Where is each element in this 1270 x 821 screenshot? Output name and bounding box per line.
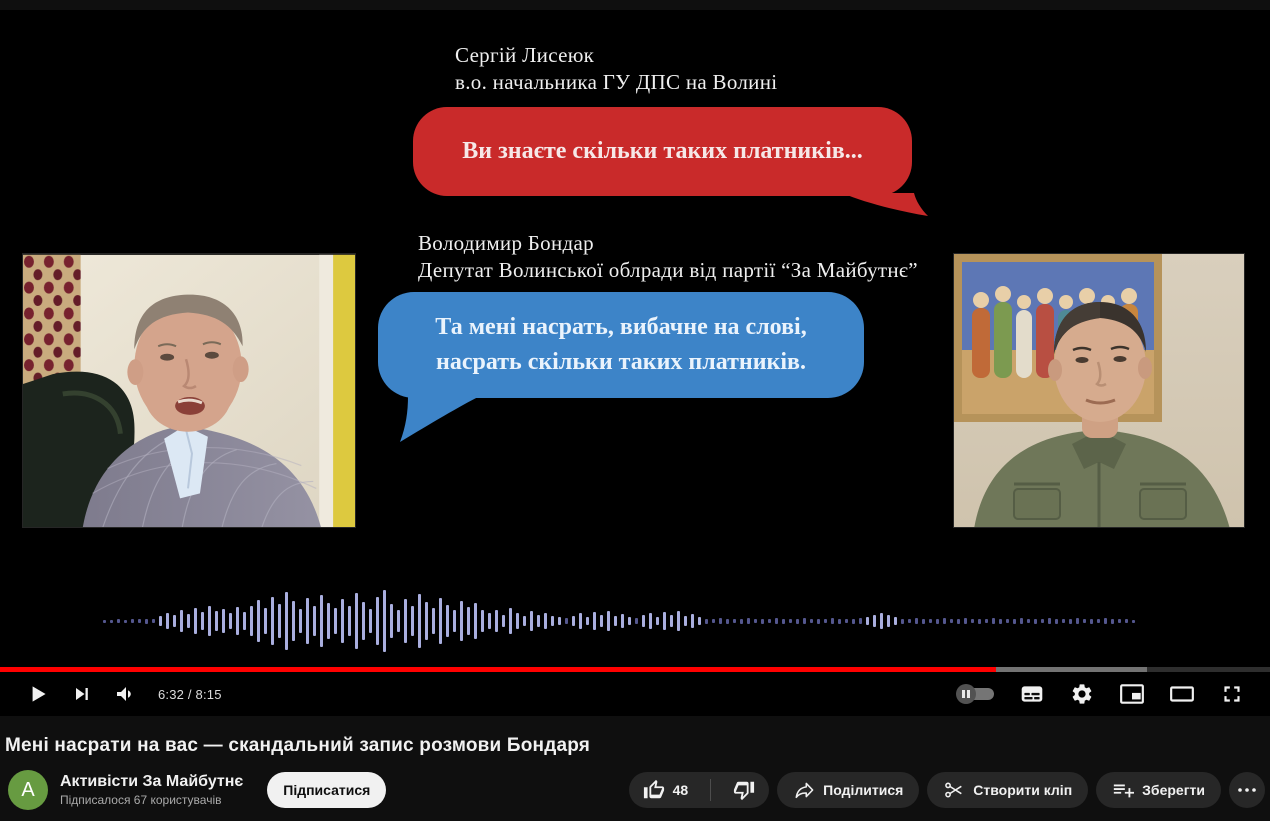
more-dots-icon: [1235, 778, 1259, 802]
channel-row: A Активісти За Майбутнє Підписалося 67 к…: [5, 770, 1265, 810]
share-label: Поділитися: [823, 782, 903, 798]
like-icon: [643, 779, 665, 801]
save-button[interactable]: Зберегти: [1096, 772, 1221, 808]
volume-icon: [114, 682, 138, 706]
save-label: Зберегти: [1142, 782, 1205, 798]
red-speech-bubble: Ви знаєте скільки таких платників...: [413, 107, 912, 196]
video-title: Мені насрати на вас — скандальний запис …: [5, 735, 1265, 757]
waveform: [103, 588, 1149, 654]
blue-bubble-line1: Та мені насрать, вибачне на слові,: [435, 310, 806, 345]
subtitles-icon: [1019, 681, 1045, 707]
photo-left-speaker: [22, 253, 356, 528]
subscribe-button[interactable]: Підписатися: [267, 772, 386, 808]
channel-name[interactable]: Активісти За Майбутнє: [60, 773, 243, 791]
next-icon: [70, 682, 94, 706]
blue-bubble-tail: [400, 396, 480, 442]
speaker2-title: Депутат Волинської облради від партії “З…: [418, 257, 918, 284]
red-bubble-text: Ви знаєте скільки таких платників...: [462, 138, 862, 165]
player-controls: 6:32 / 8:15: [0, 672, 1270, 716]
more-button[interactable]: [1229, 772, 1265, 808]
next-button[interactable]: [60, 674, 104, 714]
share-icon: [793, 779, 815, 801]
youtube-watch-page: Сергій Лисеюк в.о. начальника ГУ ДПС на …: [0, 0, 1270, 810]
scissors-icon: [943, 779, 965, 801]
speaker1-title: в.о. начальника ГУ ДПС на Волині: [455, 69, 777, 96]
settings-gear-icon: [1070, 682, 1094, 706]
autoplay-pause-icon: [956, 684, 976, 704]
play-icon: [25, 681, 51, 707]
like-dislike-pill: 48: [629, 772, 770, 808]
miniplayer-button[interactable]: [1110, 674, 1154, 714]
channel-avatar[interactable]: A: [8, 770, 48, 810]
video-info-section: Мені насрати на вас — скандальний запис …: [0, 716, 1270, 810]
speaker1-caption: Сергій Лисеюк в.о. начальника ГУ ДПС на …: [455, 42, 777, 96]
miniplayer-icon: [1119, 681, 1145, 707]
avatar-initial: A: [21, 779, 34, 802]
speaker1-name: Сергій Лисеюк: [455, 42, 777, 69]
photo-right-speaker: [953, 253, 1245, 528]
clip-button[interactable]: Створити кліп: [927, 772, 1088, 808]
theater-icon: [1169, 681, 1195, 707]
autoplay-toggle[interactable]: [956, 684, 996, 704]
share-button[interactable]: Поділитися: [777, 772, 919, 808]
playlist-add-icon: [1112, 779, 1134, 801]
blue-speech-bubble: Та мені насрать, вибачне на слові, насра…: [378, 292, 864, 398]
video-player[interactable]: Сергій Лисеюк в.о. начальника ГУ ДПС на …: [0, 0, 1270, 716]
subtitles-button[interactable]: [1010, 674, 1054, 714]
subscriber-count: Підписалося 67 користувачів: [60, 793, 243, 807]
red-bubble-tail: [842, 193, 928, 217]
fullscreen-icon: [1219, 681, 1245, 707]
dislike-button[interactable]: [719, 772, 769, 808]
speaker2-name: Володимир Бондар: [418, 230, 918, 257]
volume-button[interactable]: [104, 674, 148, 714]
like-dislike-divider: [710, 779, 711, 801]
like-button[interactable]: 48: [629, 772, 703, 808]
fullscreen-button[interactable]: [1210, 674, 1254, 714]
like-count: 48: [673, 782, 689, 798]
blue-bubble-line2: насрать скільки таких платників.: [436, 345, 806, 380]
dislike-icon: [733, 779, 755, 801]
play-button[interactable]: [16, 674, 60, 714]
clip-label: Створити кліп: [973, 782, 1072, 798]
time-display: 6:32 / 8:15: [158, 687, 222, 702]
theater-button[interactable]: [1160, 674, 1204, 714]
action-buttons: 48 Поділитися Створити кліп: [629, 772, 1265, 808]
speaker2-caption: Володимир Бондар Депутат Волинської облр…: [418, 230, 918, 284]
settings-button[interactable]: [1060, 674, 1104, 714]
